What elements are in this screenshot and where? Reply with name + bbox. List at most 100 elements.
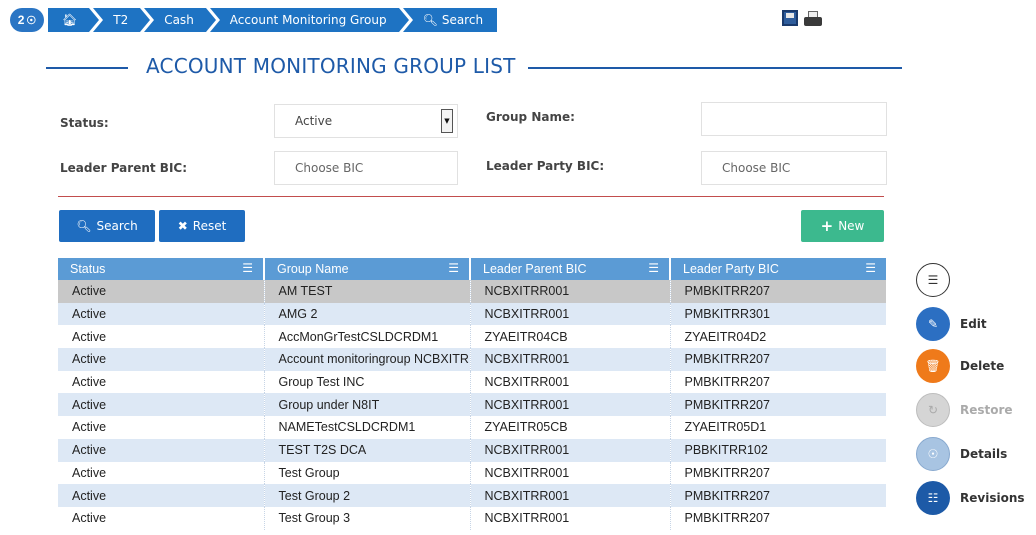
save-icon[interactable]: [782, 10, 798, 26]
restore-button[interactable]: ↻ Restore: [916, 392, 1036, 428]
table-cell: Active: [58, 348, 265, 371]
table-cell: Active: [58, 438, 265, 462]
column-header-status[interactable]: Status ☰: [58, 258, 265, 280]
table-row[interactable]: Active AMG 2 NCBXITRR001 PMBKITRR301: [58, 302, 886, 326]
column-header-label: Leader Party BIC: [683, 262, 779, 276]
table-cell: PMBKITRR207: [670, 348, 886, 371]
edit-icon: ✎: [916, 307, 950, 341]
plus-icon: +: [820, 217, 834, 235]
table-cell: PMBKITRR207: [670, 484, 886, 507]
column-list-button[interactable]: ☰: [916, 262, 1036, 298]
table-cell: PMBKITRR207: [670, 370, 886, 394]
search-button-label: Search: [96, 219, 138, 233]
column-menu-icon[interactable]: ☰: [448, 261, 459, 275]
eye-icon: ☉: [916, 437, 950, 471]
column-header-group-name[interactable]: Group Name ☰: [264, 258, 471, 280]
table-cell: PMBKITRR301: [670, 302, 886, 326]
table-cell: Test Group 2: [264, 484, 471, 507]
table-cell: Active: [58, 325, 265, 349]
table-cell: NCBXITRR001: [470, 438, 671, 462]
print-icon[interactable]: [802, 10, 824, 28]
table-cell: NCBXITRR001: [470, 348, 671, 371]
column-menu-icon[interactable]: ☰: [242, 261, 253, 275]
table-cell: Active: [58, 280, 265, 303]
breadcrumb-home[interactable]: 🏠︎: [48, 8, 100, 32]
table-cell: Active: [58, 484, 265, 507]
breadcrumb-t2[interactable]: T2: [93, 8, 151, 32]
table-cell: PMBKITRR207: [670, 393, 886, 417]
form-divider: [58, 196, 884, 197]
page-title: ACCOUNT MONITORING GROUP LIST: [146, 54, 516, 78]
table-cell: Active: [58, 416, 265, 439]
status-select[interactable]: Active ▼: [274, 104, 458, 138]
column-header-leader-party-bic[interactable]: Leader Party BIC ☰: [670, 258, 886, 280]
close-icon: ✖: [177, 219, 188, 233]
chevron-down-icon[interactable]: ▼: [441, 109, 453, 133]
table-cell: Test Group 3: [264, 506, 471, 530]
table-cell: PMBKITRR207: [670, 506, 886, 530]
table-cell: PBBKITRR102: [670, 438, 886, 462]
leader-parent-bic-input[interactable]: Choose BIC: [274, 151, 458, 185]
new-button[interactable]: + New: [801, 210, 884, 242]
table-cell: ZYAEITR04D2: [670, 325, 886, 349]
delete-button[interactable]: 🗑︎ Delete: [916, 348, 1036, 384]
table-row[interactable]: Active NAMETestCSLDCRDM1 ZYAEITR05CB ZYAEIT…: [58, 416, 886, 439]
revisions-label: Revisions: [960, 491, 1025, 505]
table-cell: PMBKITRR207: [670, 280, 886, 303]
open-pages-counter[interactable]: 2 ☉: [10, 8, 44, 32]
search-button[interactable]: 🔍︎ Search: [59, 210, 155, 242]
column-menu-icon[interactable]: ☰: [648, 261, 659, 275]
breadcrumb-label: Search: [441, 13, 484, 27]
new-button-label: New: [838, 219, 865, 233]
list-icon: ☰: [916, 263, 950, 297]
table-cell: NAMETestCSLDCRDM1: [264, 416, 471, 439]
details-button[interactable]: ☉ Details: [916, 436, 1036, 472]
leader-party-bic-input[interactable]: Choose BIC: [701, 151, 887, 185]
table-cell: AMG 2: [264, 302, 471, 326]
table-row[interactable]: Active Test Group 2 NCBXITRR001 PMBKITRR207: [58, 484, 886, 507]
column-header-label: Group Name: [277, 262, 349, 276]
table-cell: NCBXITRR001: [470, 302, 671, 326]
table-row[interactable]: Active Account monitoringroup NCBXITR NCBX…: [58, 348, 886, 371]
leader-party-bic-label: Leader Party BIC:: [486, 159, 605, 173]
table-cell: ZYAEITR04CB: [470, 325, 671, 349]
delete-label: Delete: [960, 359, 1005, 373]
breadcrumb-label: Cash: [164, 13, 194, 27]
group-name-input[interactable]: [701, 102, 887, 136]
table-row[interactable]: Active AccMonGrTestCSLDCRDM1 ZYAEITR04CB ZY…: [58, 325, 886, 349]
table-row[interactable]: Active Group Test INC NCBXITRR001 PMBKITRR2…: [58, 370, 886, 394]
page-title-row: ACCOUNT MONITORING GROUP LIST: [46, 52, 902, 82]
column-header-label: Leader Parent BIC: [483, 262, 587, 276]
table-cell: Group under N8IT: [264, 393, 471, 417]
revisions-button[interactable]: ☷ Revisions: [916, 480, 1036, 516]
breadcrumb-account-monitoring-group[interactable]: Account Monitoring Group: [209, 8, 409, 32]
open-pages-count: 2: [17, 13, 25, 27]
table-cell: AM TEST: [264, 280, 471, 303]
table-header-row: Status ☰ Group Name ☰ Leader Parent BIC ☰ L…: [58, 258, 886, 280]
breadcrumb-cash[interactable]: Cash: [144, 8, 216, 32]
table-row[interactable]: Active Test Group NCBXITRR001 PMBKITRR207: [58, 461, 886, 485]
table-cell: Test Group: [264, 461, 471, 485]
title-divider: [528, 67, 902, 69]
table-cell: Active: [58, 302, 265, 326]
table-row[interactable]: Active Test Group 3 NCBXITRR001 PMBKITRR207: [58, 506, 886, 530]
table-cell: NCBXITRR001: [470, 461, 671, 485]
table-cell: PMBKITRR207: [670, 461, 886, 485]
table-cell: ZYAEITR05CB: [470, 416, 671, 439]
table-cell: Active: [58, 506, 265, 530]
breadcrumb-search[interactable]: 🔍︎ Search: [402, 8, 498, 32]
status-selected-value: Active: [295, 114, 333, 128]
table-row[interactable]: Active AM TEST NCBXITRR001 PMBKITRR207: [58, 280, 886, 303]
eye-icon: ☉: [26, 14, 37, 27]
details-label: Details: [960, 447, 1008, 461]
table-cell: NCBXITRR001: [470, 506, 671, 530]
table-row[interactable]: Active Group under N8IT NCBXITRR001 PMBKITR…: [58, 393, 886, 417]
restore-label: Restore: [960, 403, 1013, 417]
edit-button[interactable]: ✎ Edit: [916, 306, 1036, 342]
table-row[interactable]: Active TEST T2S DCA NCBXITRR001 PBBKITRR102: [58, 438, 886, 462]
column-header-leader-parent-bic[interactable]: Leader Parent BIC ☰: [470, 258, 671, 280]
reset-button[interactable]: ✖ Reset: [159, 210, 245, 242]
database-icon: ☷: [916, 481, 950, 515]
status-label: Status:: [60, 116, 109, 130]
column-menu-icon[interactable]: ☰: [865, 261, 876, 275]
